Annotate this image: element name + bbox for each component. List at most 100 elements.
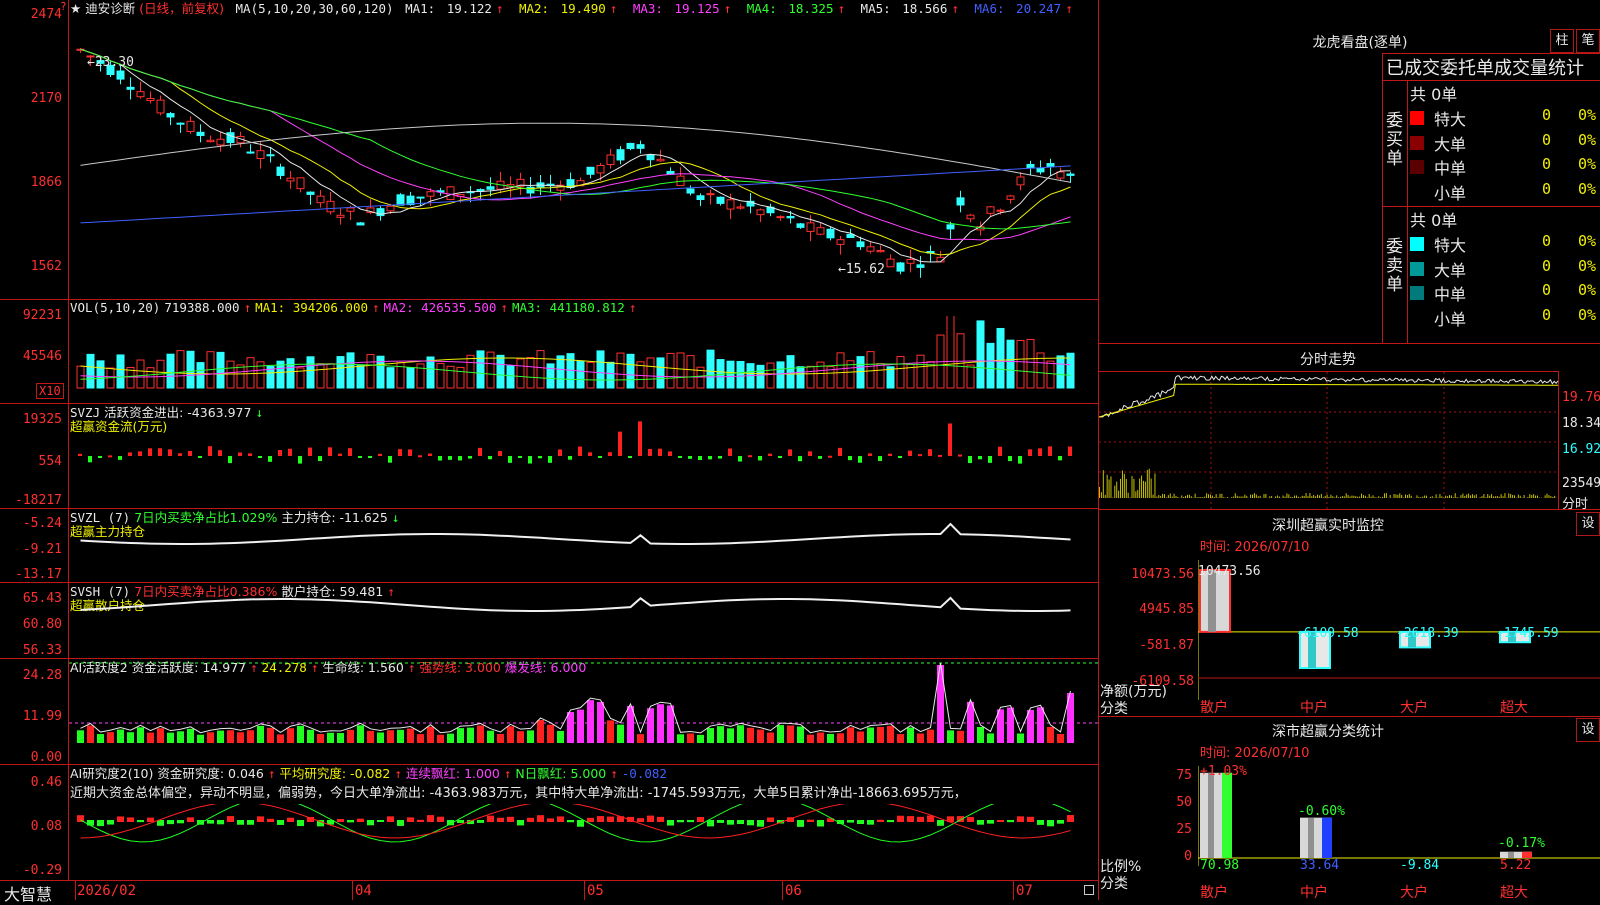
- x-label: 07: [1016, 883, 1033, 899]
- activity-bar: [487, 731, 494, 743]
- research-bar: [1057, 820, 1064, 824]
- fund-flow-bar: [728, 449, 732, 456]
- activity-bar: [567, 712, 574, 743]
- research-bar: [847, 820, 854, 823]
- fund-flow-bar: [918, 454, 922, 456]
- stroke-mode-button[interactable]: 笔: [1576, 29, 1600, 53]
- intraday-volume-bar: [1363, 495, 1364, 498]
- intraday-volume-bar: [1116, 482, 1117, 498]
- intraday-volume-bar: [1185, 496, 1186, 498]
- intraday-volume-bar: [1529, 494, 1530, 498]
- order-row-pct: 0%: [1578, 232, 1596, 250]
- volume-bar: [337, 357, 344, 388]
- volume-bar: [997, 328, 1004, 388]
- intraday-volume-bar: [1286, 493, 1287, 498]
- settings-marker-icon[interactable]: ?: [60, 0, 67, 13]
- intraday-volume-bar: [1126, 479, 1127, 498]
- favorite-star-icon[interactable]: ★: [70, 1, 81, 16]
- sz-monitor-settings-button[interactable]: 设: [1576, 512, 1600, 536]
- candlestick-chart[interactable]: [69, 16, 1098, 299]
- classify-xlabel: 分类: [1100, 873, 1128, 893]
- fund-flow-bar: [818, 456, 822, 459]
- activity-bar: [587, 700, 594, 743]
- intraday-volume-bar: [1244, 495, 1245, 498]
- intraday-volume-bar: [1350, 496, 1351, 498]
- fund-flow-bar: [568, 456, 572, 460]
- volume-bar: [587, 362, 594, 388]
- lock-icon[interactable]: [1084, 885, 1094, 895]
- classify-ytick: 25: [1150, 822, 1192, 837]
- volume-bar: [917, 355, 924, 388]
- intraday-volume-bar: [1447, 496, 1448, 498]
- intraday-volume-bar: [1197, 497, 1198, 498]
- candle-body: [387, 206, 394, 211]
- intraday-volume-bar: [1306, 493, 1307, 498]
- activity-bar: [547, 725, 554, 743]
- research-bar: [1047, 820, 1054, 826]
- sz-bar-value: -2618.39: [1396, 626, 1459, 641]
- fund-flow-bar: [648, 449, 652, 456]
- ma-line: [81, 49, 1071, 262]
- intraday-volume-bar: [1474, 495, 1475, 498]
- intraday-volume-bar: [1122, 470, 1123, 498]
- intraday-volume-bar: [1298, 497, 1299, 498]
- fund-flow-bar: [708, 456, 712, 459]
- sz-classify-settings-button[interactable]: 设: [1576, 718, 1600, 742]
- activity-bar: [1057, 734, 1064, 743]
- candle-body: [587, 167, 594, 174]
- intraday-volume-bar: [1204, 497, 1205, 498]
- intraday-volume-bar: [1403, 497, 1404, 498]
- intraday-volume-bar: [1489, 496, 1490, 498]
- fund-flow-bar: [518, 456, 522, 458]
- volume-bar: [507, 366, 514, 388]
- candle-body: [277, 167, 284, 175]
- ma1-value: MA1: 19.122↑: [405, 1, 507, 16]
- intraday-volume-bar: [1269, 496, 1270, 498]
- intraday-volume-bar: [1395, 494, 1396, 498]
- ma6-value: MA6: 20.247↑: [974, 1, 1076, 16]
- intraday-volume-bar: [1462, 494, 1463, 498]
- activity-bar: [307, 730, 314, 743]
- activity-bar: [107, 732, 114, 743]
- intraday-volume-bar: [1455, 493, 1456, 498]
- intraday-volume-bar: [1355, 496, 1356, 498]
- activity-bar: [497, 734, 504, 743]
- intraday-volume-bar: [1317, 495, 1318, 498]
- candle-body: [317, 196, 324, 203]
- fund-flow-bar: [498, 451, 502, 456]
- volume-bar: [177, 351, 184, 388]
- intraday-volume-bar: [1510, 494, 1511, 498]
- intraday-volume-bar: [1407, 495, 1408, 498]
- fund-flow-bar: [238, 453, 242, 456]
- research-bar: [867, 820, 874, 825]
- activity-bar: [447, 734, 454, 743]
- intraday-volume-bar: [1346, 493, 1347, 498]
- intraday-volume-bar: [1160, 496, 1161, 498]
- fund-flow-bar: [158, 448, 162, 456]
- research-bar: [667, 820, 674, 826]
- intraday-volume-bar: [1214, 497, 1215, 498]
- intraday-chart[interactable]: [1099, 372, 1558, 509]
- volume-bar: [1017, 340, 1024, 388]
- high-price-label: ←23.30: [87, 55, 134, 70]
- volume-bar: [967, 365, 974, 388]
- fund-flow-bar: [468, 456, 472, 459]
- activity-bar: [897, 734, 904, 743]
- intraday-volume-bar: [1420, 497, 1421, 498]
- fund-flow-bar: [538, 456, 542, 458]
- dragon-tiger-subtitle: 已成交委托单成交量统计: [1386, 54, 1584, 80]
- activity-bar: [297, 726, 304, 743]
- candle-body: [887, 259, 894, 267]
- fund-flow-bar: [488, 456, 492, 459]
- bar-mode-button[interactable]: 柱: [1550, 29, 1574, 53]
- research-bar: [277, 820, 284, 825]
- volume-bar: [897, 357, 904, 388]
- fund-flow-bar: [298, 456, 302, 464]
- activity-chart: [69, 659, 1098, 764]
- candle-body: [147, 98, 154, 100]
- fund-flow-bar: [318, 456, 322, 461]
- intraday-volume-bar: [1365, 496, 1366, 498]
- intraday-volume-bar: [1265, 494, 1266, 498]
- candle-body: [987, 207, 994, 214]
- research-chart: [69, 804, 1098, 880]
